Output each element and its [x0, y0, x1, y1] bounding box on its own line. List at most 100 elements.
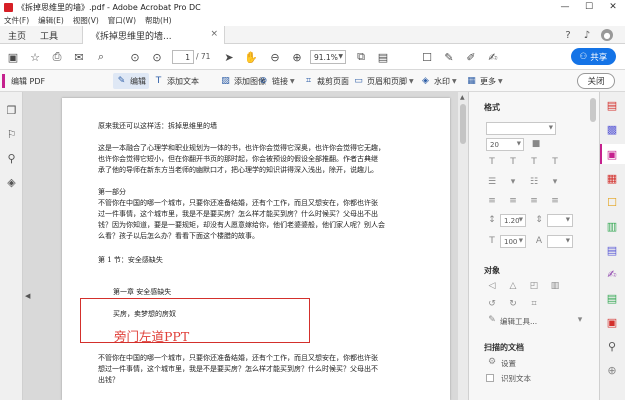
doc-title-line[interactable]: 原来我还可以这样活：拆掉思维里的墙	[98, 121, 217, 131]
close-edit-button[interactable]: 关闭	[577, 73, 615, 89]
maximize-button[interactable]: ☐	[577, 0, 601, 14]
zoom-out-icon[interactable]: ⊖	[268, 50, 282, 64]
paragraph-spacing-select[interactable]: ▼	[547, 214, 573, 227]
edit-pdf-tool-icon[interactable]: ▣	[605, 147, 619, 161]
print-icon[interactable]: ⎙	[50, 50, 64, 64]
more-tools-icon[interactable]: ⚲	[605, 339, 619, 353]
chevron-down-icon[interactable]: ▾	[574, 314, 586, 326]
organize-pages-icon[interactable]: ▥	[605, 219, 619, 233]
doc-heading[interactable]: 第一部分	[98, 187, 126, 197]
zoom-select[interactable]: 91.1% ▼	[310, 50, 346, 64]
panel-scroll-thumb[interactable]	[590, 98, 596, 122]
more-button[interactable]: ▦ 更多 ▼	[466, 73, 502, 89]
link-button[interactable]: ⊘ 链接 ▼	[258, 73, 295, 89]
tab-tools[interactable]: 工具	[40, 26, 58, 44]
highlight-pen-icon[interactable]: ✎	[442, 50, 456, 64]
doc-line[interactable]: 过一件事情，这个城市里，我是不是要买房？怎么样才能买到房？什么时候买？父母出不出	[98, 209, 378, 219]
tab-document[interactable]: 《拆掉思维里的墙... ×	[82, 26, 225, 44]
flip-horizontal-icon[interactable]: △	[507, 280, 519, 292]
zoom-in-icon[interactable]: ⊕	[290, 50, 304, 64]
search-icon[interactable]: ⌕	[94, 50, 108, 64]
menu-view[interactable]: 视图(V)	[73, 15, 99, 26]
rotate-ccw-icon[interactable]: ↺	[486, 298, 498, 310]
draw-icon[interactable]: ✐	[464, 50, 478, 64]
attachments-icon[interactable]: ⚲	[5, 152, 18, 165]
doc-line[interactable]: 承了他的导师在新东方当老师的幽默口才，把心理学的知识讲得深入浅出，除开，说趣儿。	[98, 165, 378, 175]
send-for-review-icon[interactable]: ▤	[605, 243, 619, 257]
menu-help[interactable]: 帮助(H)	[145, 15, 172, 26]
pdf-page[interactable]: 原来我还可以这样活：拆掉思维里的墙 这是一本融合了心理学和职业规划为一体的书，也…	[62, 98, 450, 400]
bold-icon[interactable]: T	[528, 156, 540, 168]
font-size-select[interactable]: 20 ▼	[486, 138, 524, 151]
combine-files-icon[interactable]: ▦	[605, 171, 619, 185]
email-icon[interactable]: ✉	[72, 50, 86, 64]
rotate-left-icon[interactable]: ◰	[528, 280, 540, 292]
horizontal-scale-select[interactable]: 100 ▼	[500, 235, 526, 248]
char-spacing-select[interactable]: ▼	[547, 235, 573, 248]
align-center-icon[interactable]: ≡	[507, 195, 519, 207]
comment-icon[interactable]: ☐	[420, 50, 434, 64]
doc-section[interactable]: 第 1 节：安全感缺失	[98, 255, 163, 265]
doc-line[interactable]: 出钱？	[98, 375, 119, 385]
line-spacing-select[interactable]: 1.20 ▼	[500, 214, 526, 227]
menu-window[interactable]: 窗口(W)	[108, 15, 136, 26]
add-text-button[interactable]: T 添加文本	[153, 73, 199, 89]
font-family-select[interactable]: ▼	[486, 122, 556, 135]
fill-sign-icon[interactable]: ✍	[605, 267, 619, 281]
text-color-icon[interactable]: ■	[530, 138, 542, 150]
share-button[interactable]: ⚇ 共享	[571, 48, 616, 65]
bell-icon[interactable]: ♪	[581, 29, 593, 41]
menu-edit[interactable]: 编辑(E)	[38, 15, 64, 26]
create-pdf-icon[interactable]: ▩	[605, 122, 619, 136]
align-justify-icon[interactable]: ≡	[549, 195, 561, 207]
doc-line[interactable]: 也许你会觉得它短小，但在你翻开书页的那时起，你会被预设的假设全部推翻。作者古典继	[98, 154, 378, 164]
header-footer-button[interactable]: ▭ 页眉和页脚 ▼	[353, 73, 413, 89]
bullet-list-dropdown-icon[interactable]: ▾	[507, 176, 519, 188]
crop-pages-button[interactable]: ⌗ 裁剪页面	[303, 73, 349, 89]
account-avatar-icon[interactable]: ●	[601, 29, 613, 41]
comment-tool-icon[interactable]: ☐	[605, 195, 619, 209]
document-scrollbar[interactable]: ▲	[458, 92, 468, 400]
crop-image-icon[interactable]: ⌗	[528, 298, 540, 310]
scroll-thumb[interactable]	[460, 104, 466, 144]
settings-link[interactable]: 设置	[501, 358, 516, 369]
doc-line[interactable]: 这是一本融合了心理学和职业规划为一体的书，也许你会觉得它深奥，也许你会觉得它无趣…	[98, 143, 385, 153]
next-page-icon[interactable]: ⊙	[150, 50, 164, 64]
scroll-mode-icon[interactable]: ▤	[376, 50, 390, 64]
tab-home[interactable]: 主页	[8, 26, 26, 44]
select-cursor-icon[interactable]: ➤	[222, 50, 236, 64]
page-thumbnails-icon[interactable]: ❐	[5, 104, 18, 117]
recognize-text-checkbox[interactable]	[486, 374, 494, 382]
italic-icon[interactable]: T	[549, 156, 561, 168]
doc-line[interactable]: 么看？孩子以后怎么办？看看下面这个楼腊的故事。	[98, 231, 259, 241]
bookmarks-icon[interactable]: ⚐	[5, 128, 18, 141]
numbered-list-icon[interactable]: ☷	[528, 176, 540, 188]
sign-icon[interactable]: ✍	[486, 50, 500, 64]
close-window-button[interactable]: ✕	[601, 0, 625, 14]
close-tab-icon[interactable]: ×	[210, 29, 218, 39]
text-size-large-icon[interactable]: T	[486, 156, 498, 168]
bookmark-star-icon[interactable]: ☆	[28, 50, 42, 64]
help-icon[interactable]: ?	[562, 29, 574, 41]
doc-line[interactable]: 想过一件事情，这个城市里，我是不是要买房？怎么样才能买到房？什么时候买？父母出不	[98, 364, 378, 374]
doc-line[interactable]: 不管你在中国的哪一个城市，只要你还准备结婚，还有个工作，而且又想安在，你都也许张	[98, 198, 378, 208]
align-left-icon[interactable]: ≡	[486, 195, 498, 207]
doc-line[interactable]: 不管你在中国的哪一个城市，只要你还准备结婚，还有个工作，而且又想安在，你都也许张	[98, 353, 378, 363]
watermark-button[interactable]: ◈ 水印 ▼	[420, 73, 457, 89]
hand-tool-icon[interactable]: ✋	[244, 50, 258, 64]
gear-icon[interactable]: ⚙	[486, 356, 498, 368]
collapse-left-pane-icon[interactable]: ◀	[25, 292, 30, 300]
numbered-list-dropdown-icon[interactable]: ▾	[549, 176, 561, 188]
rotate-cw-icon[interactable]: ↻	[507, 298, 519, 310]
compress-pdf-icon[interactable]: ▤	[605, 291, 619, 305]
align-objects-icon[interactable]: ▥	[549, 280, 561, 292]
minimize-button[interactable]: —	[553, 0, 577, 14]
menu-file[interactable]: 文件(F)	[4, 15, 29, 26]
scroll-up-icon[interactable]: ▲	[460, 94, 465, 101]
doc-line[interactable]: 钱？因为你知道，要是一要规矩，却没有人愿意嫁给你，他们老婆婆般，他们家人呢？别人…	[98, 220, 385, 230]
text-size-small-icon[interactable]: T	[507, 156, 519, 168]
edit-using-select[interactable]: 编辑工具...	[500, 316, 537, 327]
save-icon[interactable]: ▣	[6, 50, 20, 64]
customize-tools-icon[interactable]: ⊕	[605, 363, 619, 377]
edit-button[interactable]: ✎ 编辑	[113, 73, 149, 89]
